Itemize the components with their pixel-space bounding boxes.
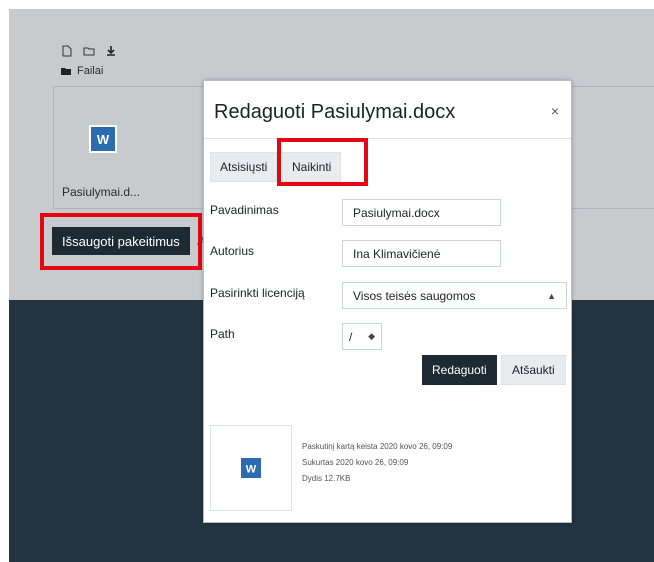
breadcrumb: Failai	[61, 65, 103, 77]
license-value: Visos teisės saugomos	[353, 288, 476, 303]
path-label: Path	[210, 327, 235, 341]
license-label: Pasirinkti licenciją	[210, 286, 305, 300]
screen: Failai W Pasiulymai.d... Išsaugoti pakei…	[9, 9, 654, 562]
file-name[interactable]: Pasiulymai.d...	[62, 185, 140, 199]
select-arrows-icon: ◆	[368, 331, 375, 341]
download-button[interactable]: Atsisiųsti	[210, 152, 278, 182]
path-value: /	[349, 329, 353, 344]
license-select[interactable]: Visos teisės saugomos ▲︎	[342, 282, 567, 309]
breadcrumb-label[interactable]: Failai	[77, 65, 103, 77]
close-icon[interactable]: ×	[551, 103, 559, 119]
highlight-box-delete	[277, 138, 368, 186]
word-file-icon: W	[241, 458, 261, 478]
word-file-icon[interactable]: W	[89, 125, 117, 153]
select-arrows-icon: ▲︎	[547, 290, 556, 301]
name-input[interactable]: Pasiulymai.docx	[342, 199, 501, 226]
dialog-title: Redaguoti Pasiulymai.docx	[214, 101, 456, 123]
svg-text:W: W	[246, 464, 257, 476]
file-size: Dydis 12.7KB	[302, 474, 351, 483]
created-date: Sukurtas 2020 kovo 26, 09:09	[302, 458, 409, 467]
name-label: Pavadinimas	[210, 203, 279, 217]
path-select[interactable]: / ◆	[342, 323, 382, 350]
file-preview: W	[210, 425, 292, 511]
cancel-button[interactable]: Atšaukti	[501, 355, 566, 385]
folder-icon	[61, 68, 71, 75]
new-folder-icon[interactable]	[81, 43, 97, 59]
edit-file-dialog: Redaguoti Pasiulymai.docx × Atsisiųsti N…	[203, 80, 572, 523]
download-icon[interactable]	[103, 43, 119, 59]
highlight-box-save	[40, 213, 202, 270]
dialog-divider	[204, 138, 571, 139]
svg-text:W: W	[97, 132, 110, 147]
author-label: Autorius	[210, 244, 255, 258]
filepicker-toolbar	[59, 43, 119, 59]
edit-button[interactable]: Redaguoti	[422, 355, 497, 385]
modified-date: Paskutinį kartą keista 2020 kovo 26, 09:…	[302, 442, 453, 451]
new-file-icon[interactable]	[59, 43, 75, 59]
author-input[interactable]: Ina Klimavičienė	[342, 240, 501, 267]
